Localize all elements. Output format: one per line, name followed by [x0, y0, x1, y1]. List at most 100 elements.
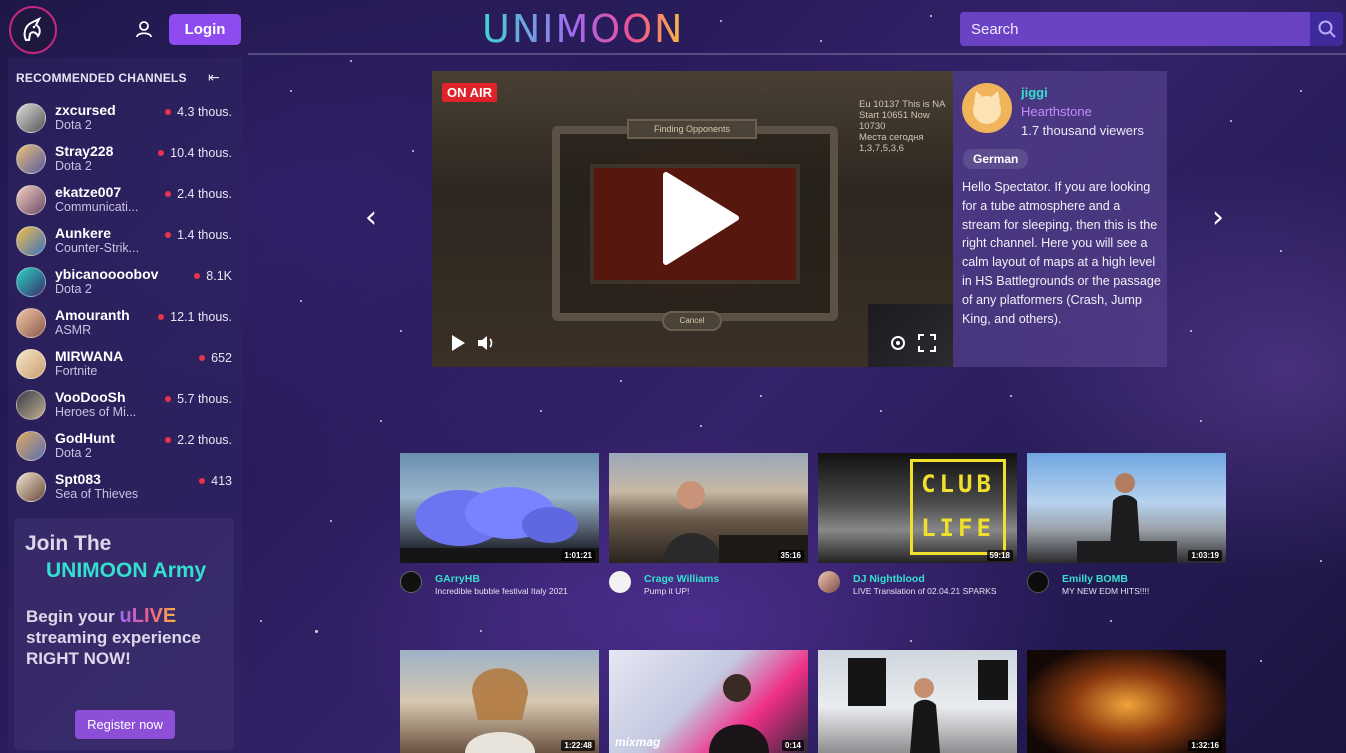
video-thumbnail[interactable] — [818, 650, 1017, 753]
avatar — [818, 571, 840, 593]
video-card[interactable]: 1:22:48 — [400, 650, 599, 753]
video-title[interactable]: Pump it UP! — [644, 586, 689, 596]
live-dot-icon — [194, 272, 201, 279]
streamer-name[interactable]: jiggi — [1021, 85, 1048, 100]
avatar — [16, 144, 46, 174]
sidebar-channel[interactable]: Stray228 Dota 2 10.4 thous. — [8, 140, 242, 181]
stream-stats-overlay: Eu 10137 This is NA Start 10651 Now 1073… — [859, 99, 946, 154]
video-title[interactable]: MY NEW EDM HITS!!!! — [1062, 586, 1149, 596]
sidebar-channel[interactable]: VooDooSh Heroes of Mi... 5.7 thous. — [8, 386, 242, 427]
sidebar-channel[interactable]: ybicanoooobov Dota 2 8.1K — [8, 263, 242, 304]
duration-badge: 35:16 — [777, 550, 804, 561]
duration-badge: 0:14 — [781, 740, 804, 751]
fullscreen-icon[interactable] — [918, 334, 936, 352]
unicorn-logo-icon[interactable] — [9, 6, 57, 54]
video-title[interactable]: LIVE Translation of 02.04.21 SPARKS — [853, 586, 996, 596]
cancel-label: Cancel — [662, 311, 722, 331]
channel-game: Dota 2 — [55, 118, 92, 132]
channel-name: MIRWANA — [55, 348, 124, 364]
carousel-prev-icon[interactable]: ‹ — [365, 200, 377, 235]
sidebar-channel[interactable]: ekatze007 Communicati... 2.4 thous. — [8, 181, 242, 222]
streamer-avatar[interactable] — [962, 83, 1012, 133]
channel-name: Stray228 — [55, 143, 114, 159]
volume-icon[interactable] — [476, 333, 496, 353]
carousel-next-icon[interactable]: › — [1212, 200, 1224, 235]
live-dot-icon — [165, 436, 172, 443]
live-dot-icon — [158, 313, 165, 320]
video-thumbnail[interactable]: 1:32:16 — [1027, 650, 1226, 753]
channel-name: zxcursed — [55, 102, 116, 118]
avatar — [16, 349, 46, 379]
sidebar: RECOMMENDED CHANNELS ⇤ zxcursed Dota 2 4… — [8, 58, 242, 753]
settings-gear-icon[interactable] — [888, 333, 908, 353]
video-thumbnail[interactable]: 1:22:48 — [400, 650, 599, 753]
live-dot-icon — [199, 354, 206, 361]
avatar — [16, 390, 46, 420]
mixmag-logo: mixmag — [615, 735, 661, 749]
avatar — [609, 571, 631, 593]
avatar — [16, 226, 46, 256]
search-input[interactable] — [960, 12, 1310, 46]
user-icon[interactable] — [134, 19, 154, 39]
video-channel[interactable]: GArryHB — [435, 573, 480, 585]
join-promo-card: Join The UNIMOON Army Begin your uLIVE s… — [14, 518, 234, 750]
streamer-viewers: 1.7 thousand viewers — [1021, 123, 1144, 138]
sidebar-channel[interactable]: Spt083 Sea of Thieves 413 — [8, 468, 242, 509]
viewer-count: 10.4 thous. — [158, 146, 232, 160]
video-thumbnail[interactable]: 1:03:19 — [1027, 453, 1226, 563]
channel-game: ASMR — [55, 323, 92, 337]
video-card[interactable]: 1:01:21 GArryHB Incredible bubble festiv… — [400, 453, 599, 603]
video-thumbnail[interactable]: mixmag 0:14 — [609, 650, 808, 753]
video-card[interactable]: mixmag 0:14 — [609, 650, 808, 753]
channel-name: Aunkere — [55, 225, 112, 241]
duration-badge: 59:18 — [986, 550, 1013, 561]
avatar — [1027, 571, 1049, 593]
sidebar-channel[interactable]: MIRWANA Fortnite 652 — [8, 345, 242, 386]
avatar — [16, 431, 46, 461]
register-button[interactable]: Register now — [75, 710, 175, 739]
collapse-sidebar-icon[interactable]: ⇤ — [208, 69, 220, 86]
channel-name: ybicanoooobov — [55, 266, 159, 282]
video-thumbnail[interactable]: 35:16 — [609, 453, 808, 563]
search-button[interactable] — [1310, 12, 1343, 46]
video-channel[interactable]: DJ Nightblood — [853, 573, 925, 585]
video-channel[interactable]: Emilly BOMB — [1062, 573, 1128, 585]
viewer-count: 4.3 thous. — [165, 105, 232, 119]
finding-opponents-label: Finding Opponents — [627, 119, 757, 139]
channel-game: Sea of Thieves — [55, 487, 139, 501]
live-dot-icon — [165, 190, 172, 197]
avatar — [16, 267, 46, 297]
viewer-count: 8.1K — [194, 269, 232, 283]
brand-title[interactable]: UNIMOON — [482, 7, 684, 51]
duration-badge: 1:22:48 — [561, 740, 595, 751]
play-icon[interactable] — [660, 171, 740, 266]
top-bar: Login UNIMOON — [0, 0, 1346, 56]
club-life-logo: CLUB LIFE — [910, 459, 1006, 555]
video-title[interactable]: Incredible bubble festival Italy 2021 — [435, 586, 568, 596]
play-control-icon[interactable] — [450, 334, 466, 352]
sidebar-channel[interactable]: zxcursed Dota 2 4.3 thous. — [8, 99, 242, 140]
video-card[interactable]: 35:16 Crage Williams Pump it UP! — [609, 453, 808, 603]
video-card[interactable]: 1:32:16 — [1027, 650, 1226, 753]
on-air-badge: ON AIR — [442, 83, 498, 102]
avatar — [16, 308, 46, 338]
stream-description: Hello Spectator. If you are looking for … — [962, 180, 1161, 326]
video-card[interactable]: CLUB LIFE 59:18 DJ Nightblood LIVE Trans… — [818, 453, 1017, 603]
language-tag[interactable]: German — [963, 149, 1029, 169]
viewer-count: 12.1 thous. — [158, 310, 232, 324]
login-button[interactable]: Login — [169, 14, 241, 45]
video-card[interactable] — [818, 650, 1017, 753]
sidebar-channel[interactable]: GodHunt Dota 2 2.2 thous. — [8, 427, 242, 468]
video-card[interactable]: 1:03:19 Emilly BOMB MY NEW EDM HITS!!!! — [1027, 453, 1226, 603]
viewer-count: 652 — [199, 351, 232, 365]
duration-badge: 1:01:21 — [561, 550, 595, 561]
streamer-game[interactable]: Hearthstone — [1021, 104, 1092, 119]
video-thumbnail[interactable]: 1:01:21 — [400, 453, 599, 563]
featured-video-player[interactable]: Finding Opponents Cancel ON AIR Eu 10137… — [432, 71, 953, 367]
sidebar-channel[interactable]: Amouranth ASMR 12.1 thous. — [8, 304, 242, 345]
sidebar-channel[interactable]: Aunkere Counter-Strik... 1.4 thous. — [8, 222, 242, 263]
avatar — [16, 103, 46, 133]
video-channel[interactable]: Crage Williams — [644, 573, 719, 585]
channel-game: Dota 2 — [55, 282, 92, 296]
video-thumbnail[interactable]: CLUB LIFE 59:18 — [818, 453, 1017, 563]
